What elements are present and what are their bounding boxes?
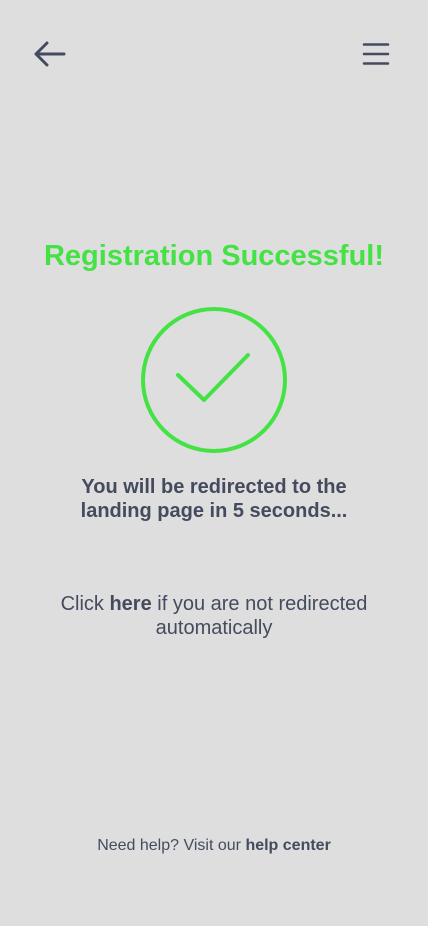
redirect-message: You will be redirected to the landing pa… [40,475,388,523]
page-title: Registration Successful! [43,240,385,272]
checkmark-circle-icon [141,307,287,453]
help-prefix: Need help? Visit our [97,837,246,854]
here-link[interactable]: here [109,593,151,615]
hamburger-menu-icon [362,43,390,65]
top-bar [0,0,428,110]
menu-button[interactable] [358,38,394,70]
success-status [140,306,288,454]
manual-redirect-suffix: if you are not redirected automatically [151,593,368,639]
help-center-link[interactable]: help center [245,837,330,854]
manual-redirect-message: Click here if you are not redirected aut… [30,592,398,640]
redirect-message-line-2: landing page in 5 seconds... [80,500,348,522]
manual-redirect-prefix: Click [60,593,110,615]
arrow-left-icon [34,41,66,67]
back-button[interactable] [30,38,70,70]
redirect-message-line-1: You will be redirected to the [81,476,347,498]
help-footer: Need help? Visit our help center [0,836,428,856]
